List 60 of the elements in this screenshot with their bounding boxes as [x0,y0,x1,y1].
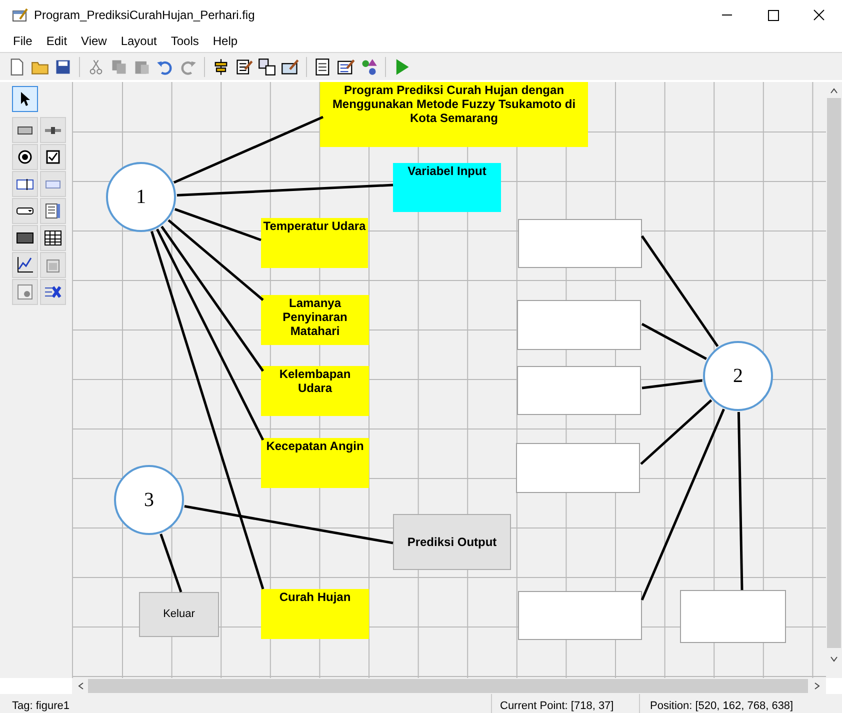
edit-box[interactable] [518,219,642,268]
window-title: Program_PrediksiCurahHujan_Perhari.fig [34,7,255,24]
static-text: Temperatur Udara [261,218,368,268]
static-text: Lamanya Penyinaran Matahari [261,295,369,345]
static-text: Program Prediksi Curah Hujan dengan Menggunakan Metode Fuzzy Tsukamoto di Kota Semarang [320,82,588,147]
edit-box[interactable] [517,300,641,350]
align-icon[interactable] [212,58,230,76]
menu-item[interactable]: Layout [114,32,164,50]
menu-item[interactable]: File [6,32,40,50]
palette-tool[interactable] [12,171,38,197]
vertical-scrollbar[interactable] [826,82,842,678]
status-position: Position: [520, 162, 768, 638] [649,699,794,713]
palette-tool[interactable] [12,144,38,170]
scrollbar-thumb[interactable] [88,679,808,693]
menu-item[interactable]: View [74,32,114,50]
scissors-icon[interactable] [87,58,105,76]
new-file-icon[interactable] [8,58,26,76]
palette-tool[interactable] [40,117,66,143]
palette-tool[interactable] [40,279,66,305]
list-pencil-icon[interactable] [337,58,355,76]
window-pencil-icon[interactable] [281,58,299,76]
palette-tool[interactable] [12,225,38,251]
figure-file-icon [12,8,28,22]
menu-item[interactable]: Tools [164,32,206,50]
save-icon[interactable] [54,58,72,76]
scroll-down-icon[interactable] [829,654,839,664]
palette-tool[interactable] [12,117,38,143]
palette-tool[interactable] [12,252,38,278]
push-button[interactable]: Keluar [139,592,219,637]
scroll-left-icon[interactable] [76,681,86,691]
connector-line [642,379,702,390]
palette-tool[interactable] [40,144,66,170]
menu-item[interactable]: Edit [39,32,74,50]
edit-box[interactable] [518,591,642,640]
button-group-tool-icon [15,282,35,302]
scrollbar-thumb[interactable] [827,98,841,648]
listbox-tool-icon [42,201,62,221]
status-current-point: Current Point: [718, 37] [492,694,640,713]
edit-box[interactable] [680,590,786,643]
scroll-up-icon[interactable] [829,86,839,96]
static-text: Kelembapan Udara [261,366,369,416]
axes-tool-icon [15,255,35,275]
notepad-icon[interactable] [314,58,332,76]
table-tool-icon [42,228,62,248]
horizontal-scrollbar[interactable] [72,678,826,694]
palette-tool[interactable] [12,198,38,224]
static-text: Kecepatan Angin [261,438,369,488]
static-text: Curah Hujan [261,589,369,639]
shapes-icon[interactable] [360,58,378,76]
palette-tool[interactable] [40,198,66,224]
edit-box[interactable] [516,443,640,493]
push-button[interactable]: Prediksi Output [393,514,511,570]
menu-item[interactable]: Help [206,32,245,50]
status-tag: Tag: figure1 [0,694,492,713]
document-pencil-icon[interactable] [235,58,253,76]
palette-tool[interactable] [40,225,66,251]
edit-box[interactable] [517,366,641,415]
static-text: Variabel Input [393,163,501,212]
scroll-right-icon[interactable] [812,681,822,691]
palette-tool[interactable] [12,86,38,112]
